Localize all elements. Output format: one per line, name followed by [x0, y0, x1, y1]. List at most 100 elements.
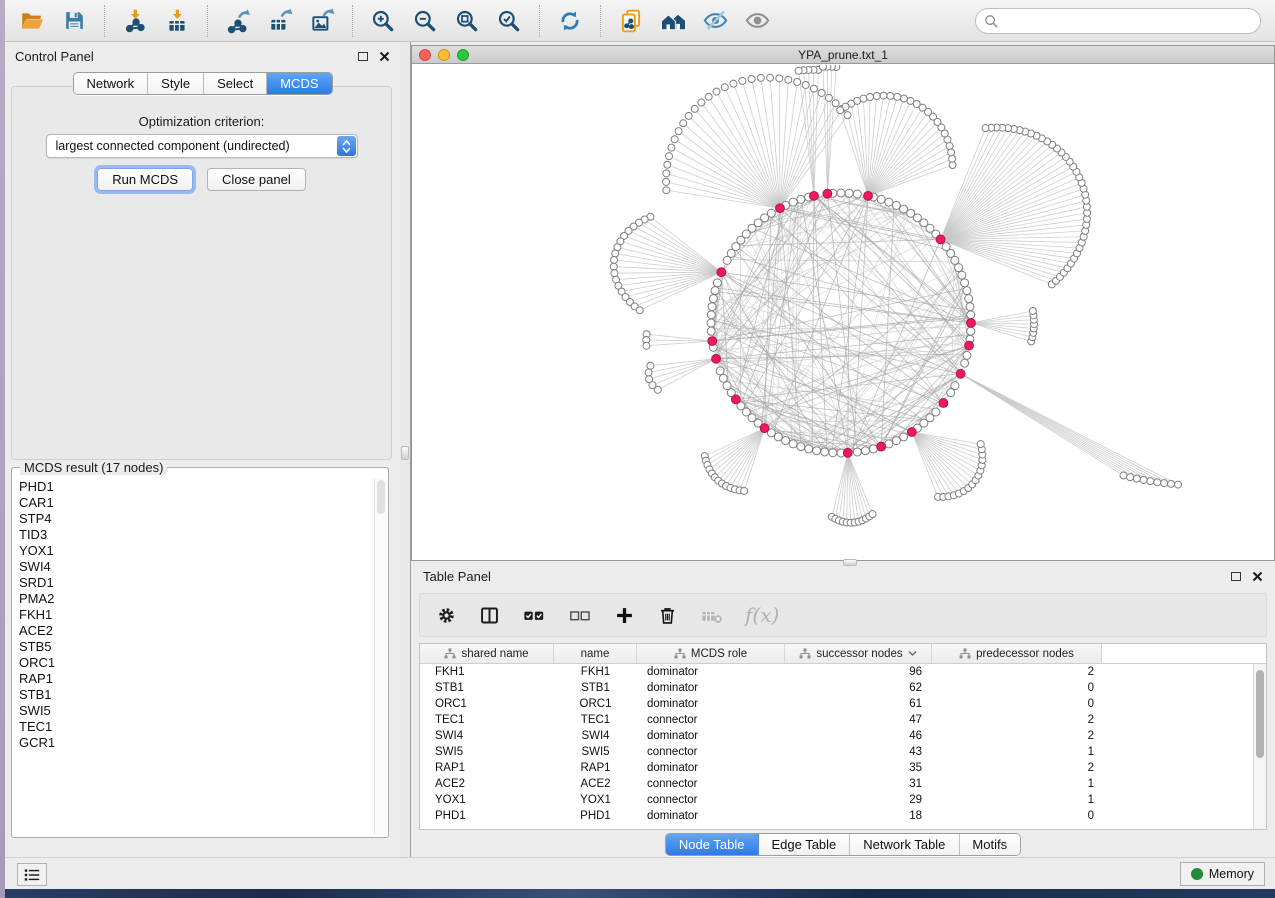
- tab-style[interactable]: Style: [148, 73, 204, 94]
- table-row[interactable]: PHD1PHD1dominator180: [420, 808, 1266, 824]
- deselect-all-icon[interactable]: [568, 605, 592, 626]
- table-row[interactable]: SWI5SWI5connector431: [420, 744, 1266, 760]
- table-cell[interactable]: 46: [785, 728, 932, 744]
- table-cell[interactable]: 0: [932, 808, 1102, 824]
- mcds-result-item[interactable]: STB5: [19, 639, 373, 655]
- mcds-result-item[interactable]: STP4: [19, 511, 373, 527]
- table-tab-motifs[interactable]: Motifs: [959, 834, 1020, 855]
- table-cell[interactable]: PHD1: [420, 808, 554, 824]
- network-canvas[interactable]: [412, 65, 1274, 560]
- mcds-result-item[interactable]: PMA2: [19, 591, 373, 607]
- table-cell[interactable]: 62: [785, 680, 932, 696]
- table-cell[interactable]: dominator: [637, 680, 785, 696]
- mcds-result-item[interactable]: PHD1: [19, 479, 373, 495]
- table-cell[interactable]: connector: [637, 792, 785, 808]
- table-cell[interactable]: FKH1: [420, 664, 554, 680]
- table-cell[interactable]: SWI4: [554, 728, 637, 744]
- import-network-button[interactable]: [118, 4, 152, 38]
- table-cell[interactable]: 35: [785, 760, 932, 776]
- float-table-panel-icon[interactable]: [1231, 572, 1241, 581]
- search-input[interactable]: [1003, 11, 1260, 31]
- table-scrollbar[interactable]: [1253, 664, 1266, 829]
- close-panel-button[interactable]: Close panel: [207, 168, 306, 191]
- mcds-result-item[interactable]: YOX1: [19, 543, 373, 559]
- table-row[interactable]: ACE2ACE2connector311: [420, 776, 1266, 792]
- network-graph[interactable]: [412, 65, 1274, 560]
- table-cell[interactable]: ACE2: [554, 776, 637, 792]
- horizontal-splitter[interactable]: [843, 559, 857, 566]
- table-cell[interactable]: RAP1: [554, 760, 637, 776]
- vertical-splitter[interactable]: [400, 42, 411, 857]
- table-cell[interactable]: SWI4: [420, 728, 554, 744]
- save-session-button[interactable]: [57, 4, 91, 38]
- table-cell[interactable]: dominator: [637, 696, 785, 712]
- criterion-dropdown[interactable]: largest connected component (undirected): [46, 134, 358, 158]
- table-cell[interactable]: 2: [932, 664, 1102, 680]
- table-cell[interactable]: connector: [637, 744, 785, 760]
- tab-network[interactable]: Network: [73, 73, 148, 94]
- table-cell[interactable]: 43: [785, 744, 932, 760]
- table-scrollbar-thumb[interactable]: [1256, 670, 1264, 758]
- mcds-result-item[interactable]: CAR1: [19, 495, 373, 511]
- mcds-result-item[interactable]: TEC1: [19, 719, 373, 735]
- table-cell[interactable]: TEC1: [420, 712, 554, 728]
- mcds-result-item[interactable]: ACE2: [19, 623, 373, 639]
- table-row[interactable]: YOX1YOX1connector291: [420, 792, 1266, 808]
- table-cell[interactable]: TEC1: [554, 712, 637, 728]
- mcds-result-item[interactable]: FKH1: [19, 607, 373, 623]
- table-cell[interactable]: dominator: [637, 808, 785, 824]
- zoom-selected-button[interactable]: [492, 4, 526, 38]
- mcds-result-item[interactable]: ORC1: [19, 655, 373, 671]
- table-cell[interactable]: dominator: [637, 728, 785, 744]
- splitter-grip[interactable]: [401, 446, 409, 460]
- table-cell[interactable]: RAP1: [420, 760, 554, 776]
- table-cell[interactable]: 61: [785, 696, 932, 712]
- table-cell[interactable]: SWI5: [420, 744, 554, 760]
- memory-button[interactable]: Memory: [1180, 862, 1265, 886]
- table-row[interactable]: SWI4SWI4dominator462: [420, 728, 1266, 744]
- mcds-result-item[interactable]: SWI4: [19, 559, 373, 575]
- tab-select[interactable]: Select: [204, 73, 267, 94]
- table-cell[interactable]: STB1: [554, 680, 637, 696]
- add-column-icon[interactable]: [614, 605, 635, 626]
- table-cell[interactable]: connector: [637, 712, 785, 728]
- table-cell[interactable]: SWI5: [554, 744, 637, 760]
- table-cell[interactable]: ORC1: [420, 696, 554, 712]
- table-cell[interactable]: 47: [785, 712, 932, 728]
- table-row[interactable]: TEC1TEC1connector472: [420, 712, 1266, 728]
- show-details-button[interactable]: [740, 4, 774, 38]
- import-table-button[interactable]: [160, 4, 194, 38]
- table-cell[interactable]: 31: [785, 776, 932, 792]
- table-cell[interactable]: 2: [932, 712, 1102, 728]
- table-cell[interactable]: 96: [785, 664, 932, 680]
- mcds-result-item[interactable]: GCR1: [19, 735, 373, 751]
- table-cell[interactable]: 1: [932, 744, 1102, 760]
- run-mcds-button[interactable]: Run MCDS: [97, 168, 193, 191]
- column-header-shared-name[interactable]: shared name: [420, 644, 554, 663]
- column-header-MCDS-role[interactable]: MCDS role: [637, 644, 785, 663]
- export-network-button[interactable]: [221, 4, 255, 38]
- zoom-out-button[interactable]: [408, 4, 442, 38]
- column-header-successor-nodes[interactable]: successor nodes: [785, 644, 932, 663]
- table-tab-edge-table[interactable]: Edge Table: [758, 834, 850, 855]
- hide-details-button[interactable]: [698, 4, 732, 38]
- table-cell[interactable]: YOX1: [420, 792, 554, 808]
- result-scrollbar[interactable]: [374, 479, 387, 835]
- table-row[interactable]: ORC1ORC1dominator610: [420, 696, 1266, 712]
- mcds-result-item[interactable]: STB1: [19, 687, 373, 703]
- table-row[interactable]: FKH1FKH1dominator962: [420, 664, 1266, 680]
- open-session-button[interactable]: [15, 4, 49, 38]
- delete-column-icon[interactable]: [657, 605, 678, 626]
- zoom-in-button[interactable]: [366, 4, 400, 38]
- show-columns-icon[interactable]: [479, 605, 500, 626]
- table-cell[interactable]: connector: [637, 776, 785, 792]
- mcds-result-item[interactable]: RAP1: [19, 671, 373, 687]
- network-titlebar[interactable]: YPA_prune.txt_1: [412, 46, 1274, 64]
- table-cell[interactable]: ORC1: [554, 696, 637, 712]
- float-panel-icon[interactable]: [358, 52, 368, 61]
- table-cell[interactable]: FKH1: [554, 664, 637, 680]
- clone-network-button[interactable]: [614, 4, 648, 38]
- table-cell[interactable]: 29: [785, 792, 932, 808]
- search-box[interactable]: [975, 8, 1261, 34]
- task-history-button[interactable]: [17, 863, 47, 886]
